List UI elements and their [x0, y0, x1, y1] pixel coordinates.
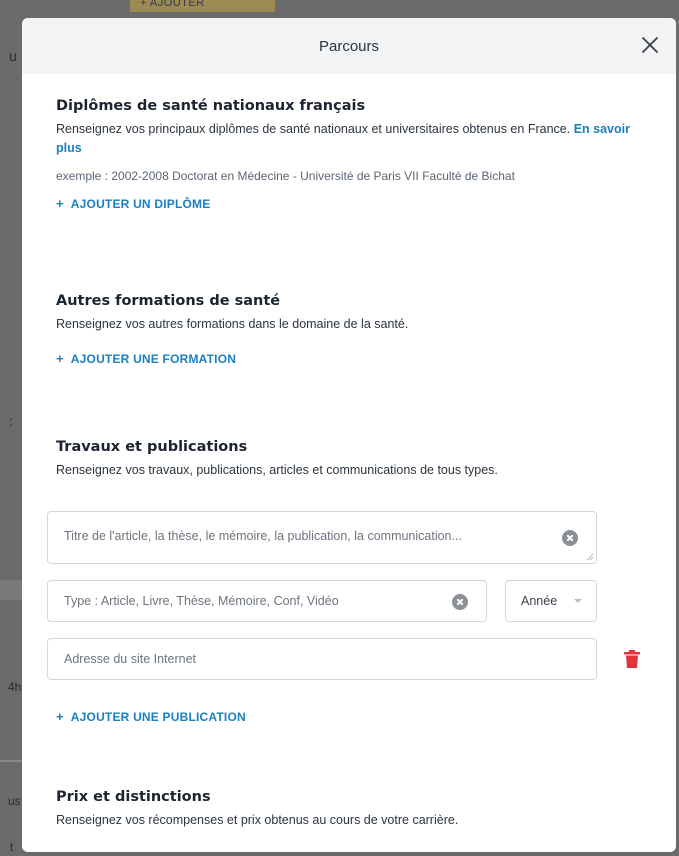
section-formations: Autres formations de santé Renseignez vo…: [56, 293, 646, 368]
add-formation-button[interactable]: + AJOUTER UNE FORMATION: [56, 351, 236, 366]
background-text-fragment: :: [9, 413, 13, 429]
section-description: Renseignez vos autres formations dans le…: [56, 317, 409, 331]
background-divider: [0, 580, 22, 600]
section-publications: Travaux et publications Renseignez vos t…: [56, 439, 646, 480]
add-diploma-label: AJOUTER UN DIPLÔME: [70, 197, 211, 211]
publication-title-placeholder: Titre de l'article, la thèse, le mémoire…: [64, 529, 462, 543]
background-text-fragment: u: [9, 48, 17, 64]
section-description: Renseignez vos principaux diplômes de sa…: [56, 120, 646, 158]
background-text-fragment: t: [10, 840, 14, 854]
plus-icon: +: [56, 351, 64, 366]
section-title: Travaux et publications: [56, 439, 248, 455]
modal-title: Parcours: [318, 37, 380, 55]
section-title: Autres formations de santé: [56, 293, 281, 309]
background-text-fragment: us: [8, 794, 21, 808]
section-description: Renseignez vos récompenses et prix obten…: [56, 813, 459, 827]
publication-type-input[interactable]: Type : Article, Livre, Thèse, Mémoire, C…: [47, 580, 487, 622]
example-text: exemple : 2002-2008 Doctorat en Médecine…: [56, 169, 515, 183]
plus-icon: +: [56, 709, 64, 724]
publication-type-placeholder: Type : Article, Livre, Thèse, Mémoire, C…: [64, 594, 339, 608]
clear-icon[interactable]: [562, 530, 578, 546]
parcours-modal: Parcours Diplômes de santé nationaux fra…: [22, 18, 676, 852]
publication-title-textarea[interactable]: Titre de l'article, la thèse, le mémoire…: [47, 511, 597, 564]
resize-grip-icon[interactable]: [586, 553, 593, 560]
background-divider: [0, 760, 22, 762]
add-publication-row: + AJOUTER UNE PUBLICATION: [56, 708, 646, 726]
add-formation-label: AJOUTER UNE FORMATION: [70, 352, 237, 366]
section-title: Diplômes de santé nationaux français: [56, 98, 366, 114]
chevron-down-icon: [574, 599, 582, 603]
modal-header: Parcours: [22, 18, 676, 74]
background-button-label: + AJOUTER: [140, 0, 205, 9]
trash-icon[interactable]: [624, 650, 640, 668]
close-button[interactable]: [640, 35, 660, 55]
publication-url-input[interactable]: Adresse du site Internet: [47, 638, 597, 680]
section-prix: Prix et distinctions Renseignez vos réco…: [56, 789, 646, 830]
add-diploma-button[interactable]: + AJOUTER UN DIPLÔME: [56, 196, 210, 211]
close-icon: [642, 37, 658, 53]
add-publication-label: AJOUTER UNE PUBLICATION: [70, 710, 246, 724]
publication-year-value: Année: [521, 594, 558, 608]
section-diplomes: Diplômes de santé nationaux français Ren…: [56, 98, 646, 213]
publication-url-placeholder: Adresse du site Internet: [64, 652, 197, 666]
section-description-text: Renseignez vos principaux diplômes de sa…: [56, 122, 571, 136]
section-description: Renseignez vos travaux, publications, ar…: [56, 463, 498, 477]
plus-icon: +: [56, 196, 64, 211]
publication-year-select[interactable]: Année: [505, 580, 597, 622]
section-title: Prix et distinctions: [56, 789, 211, 805]
add-publication-button[interactable]: + AJOUTER UNE PUBLICATION: [56, 709, 246, 724]
clear-icon[interactable]: [452, 594, 468, 610]
background-text-fragment: 4h: [8, 680, 22, 694]
